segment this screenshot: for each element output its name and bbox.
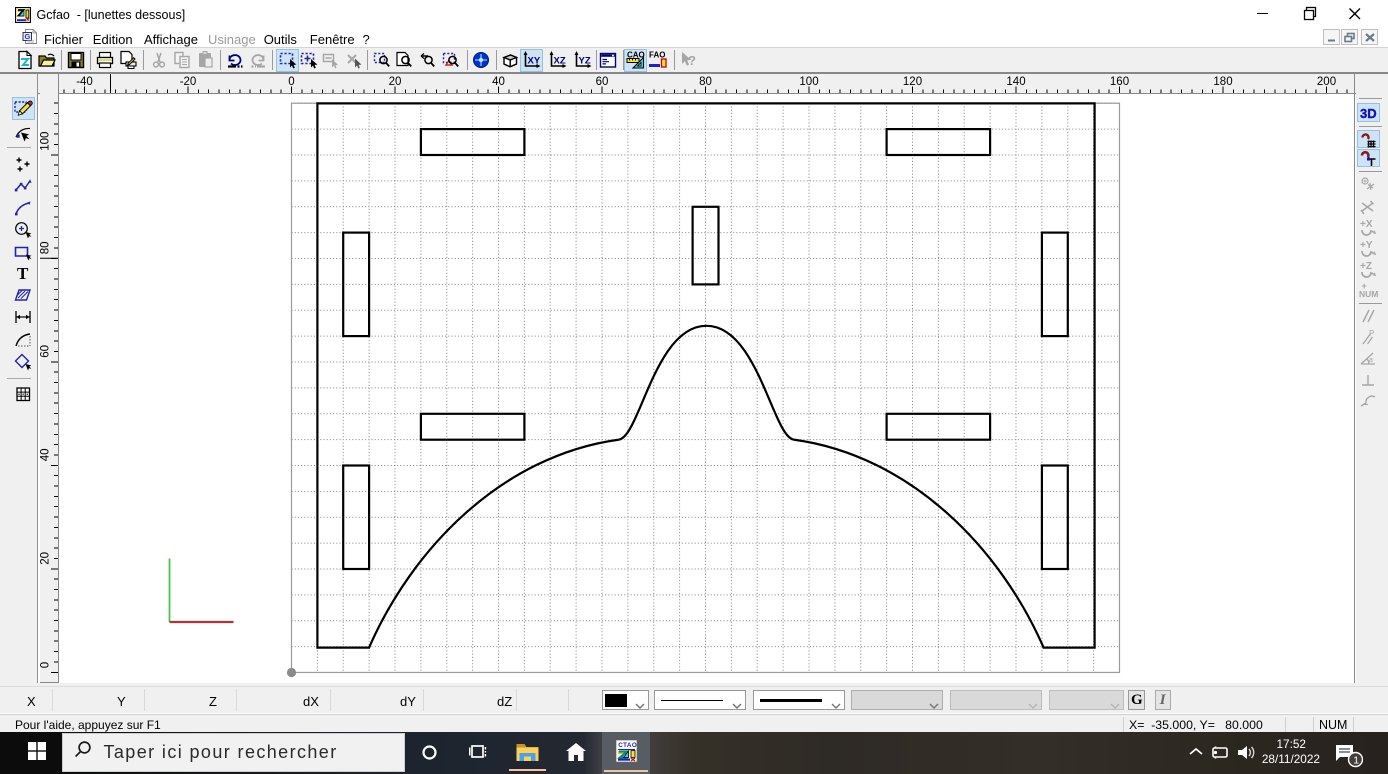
svg-text:NUM: NUM: [1359, 289, 1378, 299]
svg-text:+X: +X: [1360, 219, 1373, 230]
svg-text:XZ: XZ: [553, 56, 565, 67]
svg-text:1: 1: [1353, 755, 1359, 767]
svg-text:T: T: [17, 264, 29, 283]
svg-text:-20: -20: [180, 76, 197, 88]
svg-text:a: a: [1369, 357, 1373, 364]
svg-text:-40: -40: [76, 76, 93, 88]
svg-text:0: 0: [288, 76, 294, 88]
svg-text:40: 40: [492, 76, 505, 88]
svg-text:60: 60: [596, 76, 609, 88]
svg-text:P: P: [1369, 329, 1374, 338]
svg-text:XY: XY: [528, 56, 541, 67]
svg-text:+Z: +Z: [1360, 261, 1372, 272]
svg-text:G: G: [25, 32, 31, 41]
svg-text:0: 0: [40, 662, 52, 668]
svg-text:?: ?: [688, 53, 696, 68]
svg-text:120: 120: [903, 76, 922, 88]
svg-text:20: 20: [40, 552, 52, 565]
svg-text:100: 100: [799, 76, 818, 88]
svg-text:180: 180: [1213, 76, 1232, 88]
svg-text:80: 80: [40, 242, 52, 255]
svg-text:200: 200: [1317, 76, 1336, 88]
svg-text:YZ: YZ: [578, 56, 590, 67]
svg-text:100: 100: [40, 132, 52, 151]
svg-text:3D: 3D: [1360, 106, 1377, 121]
svg-text:20: 20: [389, 76, 402, 88]
svg-text:+Y: +Y: [1360, 240, 1373, 251]
svg-text:60: 60: [40, 345, 52, 358]
svg-text:40: 40: [40, 449, 52, 462]
svg-text:80: 80: [699, 76, 712, 88]
svg-text:140: 140: [1006, 76, 1025, 88]
svg-text:FAO: FAO: [649, 51, 665, 60]
svg-text:160: 160: [1110, 76, 1129, 88]
svg-text:CTAO: CTAO: [618, 742, 637, 749]
